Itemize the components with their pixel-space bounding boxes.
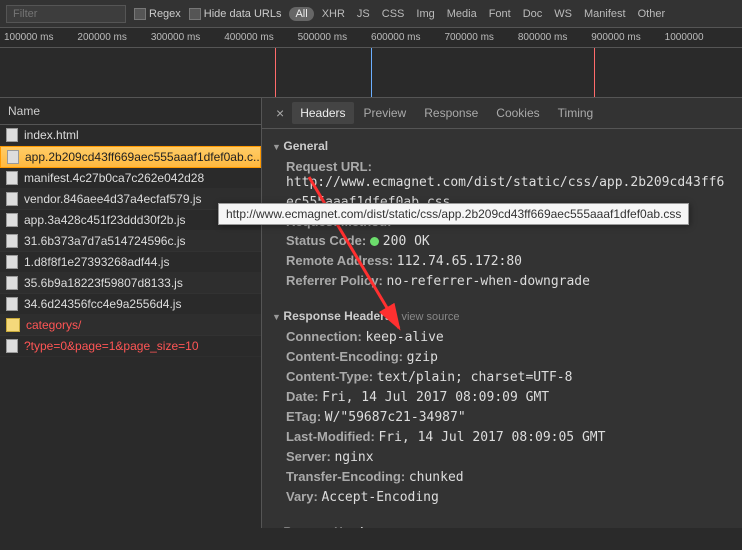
timeline-ruler: 100000 ms200000 ms300000 ms 400000 ms500…	[0, 28, 742, 48]
file-name: 1.d8f8f1e27393268adf44.js	[24, 255, 169, 269]
file-name: 31.6b373a7d7a514724596c.js	[24, 234, 185, 248]
header-row: Connection: keep-alive	[272, 327, 732, 347]
filter-bar: Regex Hide data URLs All XHR JS CSS Img …	[0, 0, 742, 28]
filter-font[interactable]: Font	[485, 7, 515, 21]
header-row: ETag: W/"59687c21-34987"	[272, 407, 732, 427]
file-name: categorys/	[26, 318, 81, 332]
details-tabs: × Headers Preview Response Cookies Timin…	[262, 98, 742, 129]
table-row[interactable]: manifest.4c27b0ca7c262e042d28	[0, 168, 261, 189]
table-row[interactable]: app.2b209cd43ff669aec555aaaf1dfef0ab.c..…	[0, 146, 261, 168]
header-row: Content-Encoding: gzip	[272, 347, 732, 367]
request-headers-title[interactable]: Request Headersview source	[272, 519, 732, 528]
header-row: Vary: Accept-Encoding	[272, 487, 732, 507]
regex-checkbox[interactable]: Regex	[134, 8, 181, 20]
table-row[interactable]: categorys/	[0, 315, 261, 336]
filter-ws[interactable]: WS	[550, 7, 576, 21]
general-section-title[interactable]: General	[272, 133, 732, 157]
header-row: Transfer-Encoding: chunked	[272, 467, 732, 487]
header-row: Date: Fri, 14 Jul 2017 08:09:09 GMT	[272, 387, 732, 407]
tab-headers[interactable]: Headers	[292, 102, 353, 124]
view-source-link[interactable]: view source	[401, 311, 459, 323]
filter-other[interactable]: Other	[634, 7, 670, 21]
file-name: app.2b209cd43ff669aec555aaaf1dfef0ab.c..…	[25, 150, 261, 164]
filter-xhr[interactable]: XHR	[318, 7, 349, 21]
header-row: Content-Type: text/plain; charset=UTF-8	[272, 367, 732, 387]
request-list: Name index.html app.2b209cd43ff669aec555a…	[0, 98, 262, 528]
response-headers-title[interactable]: Response Headersview source	[272, 303, 732, 327]
table-row[interactable]: index.html	[0, 125, 261, 146]
file-name: manifest.4c27b0ca7c262e042d28	[24, 171, 204, 185]
details-panel: × Headers Preview Response Cookies Timin…	[262, 98, 742, 528]
filter-css[interactable]: CSS	[378, 7, 409, 21]
filter-doc[interactable]: Doc	[519, 7, 547, 21]
file-icon	[6, 128, 18, 142]
filter-media[interactable]: Media	[443, 7, 481, 21]
view-source-link[interactable]: view source	[391, 527, 449, 528]
file-icon	[6, 192, 18, 206]
url-tooltip: http://www.ecmagnet.com/dist/static/css/…	[218, 203, 689, 225]
close-icon[interactable]: ×	[270, 105, 290, 121]
file-icon	[6, 297, 18, 311]
tab-preview[interactable]: Preview	[356, 102, 415, 124]
filter-manifest[interactable]: Manifest	[580, 7, 630, 21]
file-name: ?type=0&page=1&page_size=10	[24, 339, 199, 353]
tab-response[interactable]: Response	[416, 102, 486, 124]
type-filter-tabs: All XHR JS CSS Img Media Font Doc WS Man…	[289, 7, 669, 21]
tab-cookies[interactable]: Cookies	[488, 102, 547, 124]
table-row[interactable]: 35.6b9a18223f59807d8133.js	[0, 273, 261, 294]
file-icon	[6, 171, 18, 185]
tab-timing[interactable]: Timing	[550, 102, 602, 124]
timeline-overview[interactable]	[0, 48, 742, 98]
header-row: Last-Modified: Fri, 14 Jul 2017 08:09:05…	[272, 427, 732, 447]
file-icon	[6, 276, 18, 290]
table-row[interactable]: 1.d8f8f1e27393268adf44.js	[0, 252, 261, 273]
hide-data-urls-checkbox[interactable]: Hide data URLs	[189, 8, 282, 20]
filter-all[interactable]: All	[289, 7, 313, 21]
filter-img[interactable]: Img	[412, 7, 438, 21]
file-icon	[6, 339, 18, 353]
table-row[interactable]: ?type=0&page=1&page_size=10	[0, 336, 261, 357]
file-name: app.3a428c451f23ddd30f2b.js	[24, 213, 185, 227]
name-column-header[interactable]: Name	[0, 98, 261, 125]
file-name: vendor.846aee4d37a4ecfaf579.js	[24, 192, 202, 206]
folder-icon	[6, 318, 20, 332]
file-icon	[6, 255, 18, 269]
table-row[interactable]: 31.6b373a7d7a514724596c.js	[0, 231, 261, 252]
table-row[interactable]: 34.6d24356fcc4e9a2556d4.js	[0, 294, 261, 315]
file-name: index.html	[24, 128, 79, 142]
file-icon	[6, 234, 18, 248]
file-name: 34.6d24356fcc4e9a2556d4.js	[24, 297, 181, 311]
filter-js[interactable]: JS	[353, 7, 374, 21]
header-row: Server: nginx	[272, 447, 732, 467]
filter-input[interactable]	[6, 5, 126, 23]
file-icon	[7, 150, 19, 164]
file-icon	[6, 213, 18, 227]
file-name: 35.6b9a18223f59807d8133.js	[24, 276, 183, 290]
status-dot-icon	[370, 237, 379, 246]
